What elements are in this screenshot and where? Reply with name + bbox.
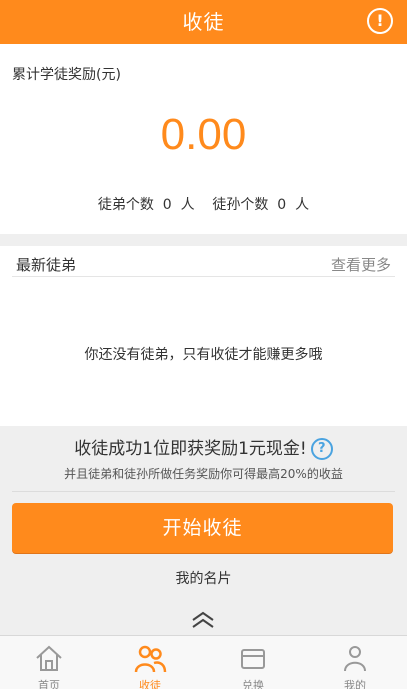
chevron-up-icon[interactable]	[191, 611, 215, 629]
bottom-tab-bar: 首页 收徒 兑换 我的	[0, 635, 407, 689]
person-icon	[344, 646, 366, 672]
divider	[12, 276, 395, 277]
header-bar: 收徒 !	[0, 0, 407, 44]
tab-exchange[interactable]: 兑换	[218, 636, 288, 689]
start-recruit-button[interactable]: 开始收徒	[12, 503, 393, 553]
help-icon[interactable]: ?	[310, 438, 333, 460]
view-more-link[interactable]: 查看更多	[331, 254, 391, 275]
latest-disciples-section: 最新徒弟 查看更多 你还没有徒弟，只有收徒才能赚更多哦	[0, 246, 407, 426]
section-title: 最新徒弟	[16, 256, 77, 274]
tab-mine[interactable]: 我的	[320, 636, 390, 689]
empty-state-text: 你还没有徒弟，只有收徒才能赚更多哦	[84, 347, 323, 363]
tab-label: 首页	[38, 679, 60, 689]
home-icon	[36, 645, 62, 671]
tab-home[interactable]: 首页	[14, 636, 84, 689]
disciple-counts: 徒弟个数 0 人 徒孙个数 0 人	[97, 197, 310, 213]
tab-label: 我的	[344, 679, 366, 689]
tab-label: 兑换	[242, 679, 264, 689]
promo-subtitle: 并且徒弟和徒孙所做任务奖励你可得最高20%的收益	[64, 467, 343, 481]
divider	[12, 491, 395, 492]
my-card-link[interactable]: 我的名片	[0, 568, 407, 588]
earnings-label: 累计学徒奖励(元)	[12, 67, 121, 83]
info-icon[interactable]: !	[367, 8, 393, 34]
earnings-amount: 0.00	[160, 110, 247, 159]
tab-label: 收徒	[139, 679, 161, 689]
earnings-panel: 累计学徒奖励(元) 0.00 徒弟个数 0 人 徒孙个数 0 人	[0, 44, 407, 234]
people-icon	[134, 645, 167, 673]
exchange-icon	[241, 649, 265, 669]
page-title: 收徒	[182, 10, 225, 34]
promo-title: 收徒成功1位即获奖励1元现金!?	[0, 434, 407, 460]
promo-title-text: 收徒成功1位即获奖励1元现金!	[74, 439, 307, 459]
tab-recruit[interactable]: 收徒	[115, 636, 185, 689]
